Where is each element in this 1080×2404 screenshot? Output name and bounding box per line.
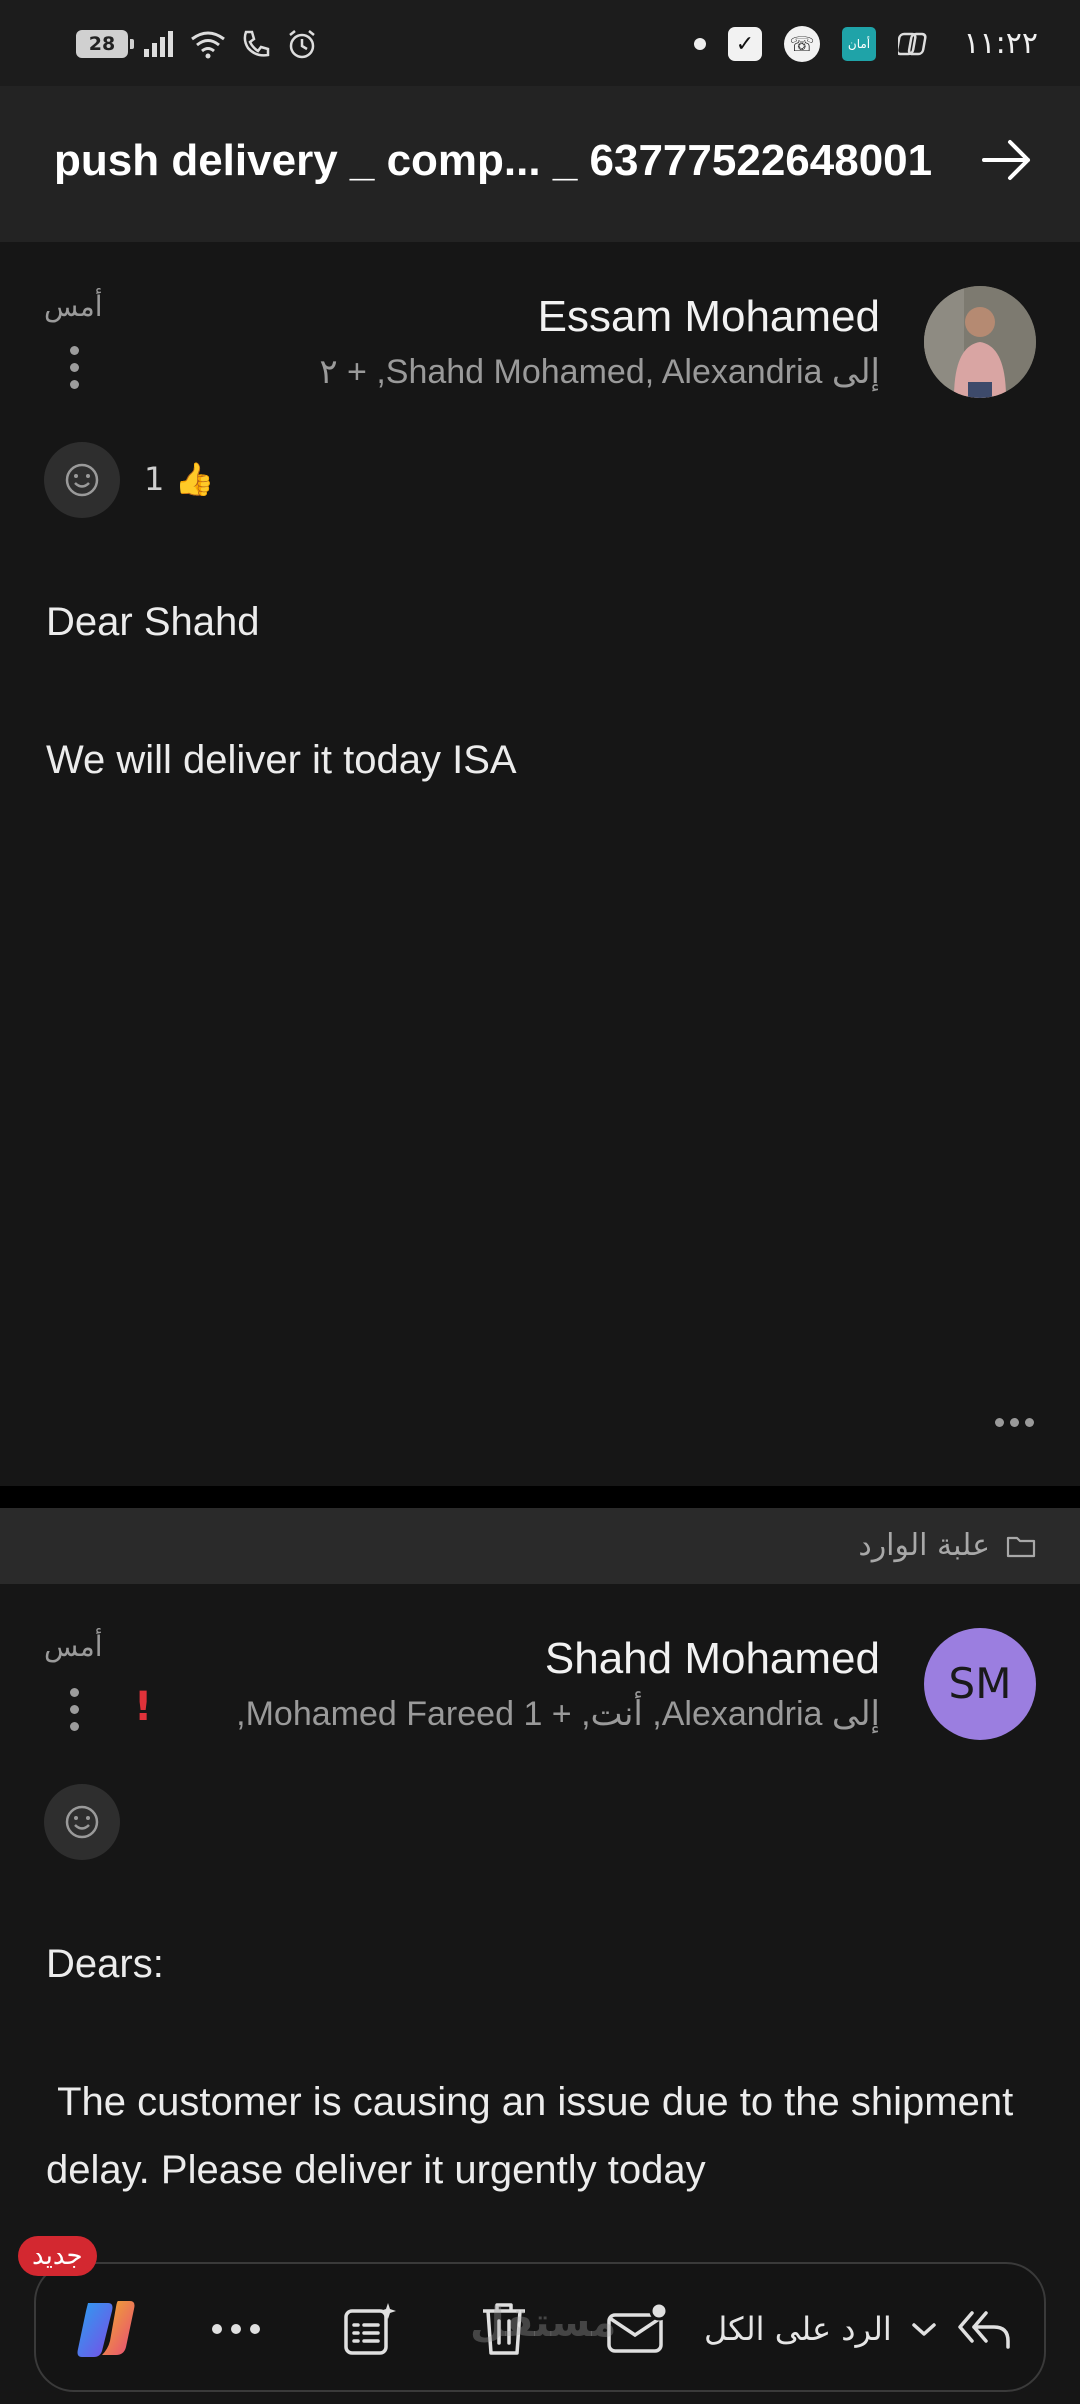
reply-all-label: الرد على الكل [704, 2310, 892, 2348]
wifi-icon [191, 31, 225, 59]
trash-icon [483, 2303, 525, 2355]
thumbs-up-icon: 👍 [174, 460, 215, 498]
smiley-icon [65, 463, 99, 497]
more-options-icon[interactable] [66, 1688, 82, 1736]
ellipsis-icon [212, 2324, 260, 2334]
message-body-line: Dear Shahd [46, 600, 260, 644]
call-icon [243, 30, 270, 57]
copilot-button[interactable] [66, 2264, 146, 2394]
reaction-summary[interactable]: 1 👍 [144, 460, 214, 498]
status-icons-right: ✓ ☏ أمان [694, 22, 930, 66]
reaction-count: 1 [144, 460, 165, 498]
signal-icon [144, 31, 173, 57]
sender-avatar[interactable]: SM [924, 1628, 1036, 1740]
sender-avatar[interactable] [924, 286, 1036, 398]
folder-icon [1006, 1536, 1036, 1558]
alarm-icon [289, 30, 315, 59]
more-actions-button[interactable] [196, 2264, 276, 2394]
message-action-toolbar: الرد على الكل [34, 2262, 1046, 2392]
message-body-line: We will deliver it today ISA [46, 738, 517, 782]
chat-app-icon: ☏ [784, 26, 820, 62]
recipients-line[interactable]: إلى Alexandria, أنت, + 1 Mohamed Fareed, [236, 1694, 880, 1734]
high-importance-icon: ! [134, 1684, 153, 1730]
mark-unread-button[interactable] [592, 2264, 682, 2394]
back-arrow-icon[interactable] [978, 132, 1034, 188]
avatar-photo-icon [924, 286, 1036, 398]
chevron-down-icon[interactable] [910, 2319, 938, 2339]
reply-all-button[interactable]: الرد على الكل [704, 2264, 1024, 2394]
checklist-app-icon: ✓ [728, 27, 762, 61]
smiley-icon [65, 1805, 99, 1839]
more-options-icon[interactable] [66, 346, 82, 394]
summarize-button[interactable] [330, 2264, 410, 2394]
add-reaction-button[interactable] [44, 442, 120, 518]
battery-indicator: 28 [76, 30, 134, 58]
copilot-icon [77, 2301, 135, 2357]
clock: ١١:٢٢ [963, 26, 1038, 61]
aman-app-icon: أمان [842, 27, 876, 61]
status-bar: 28 ✓ ☏ أمان ١١:٢٢ [0, 0, 1080, 86]
notification-dot-icon [694, 38, 706, 50]
copilot-status-icon [898, 32, 927, 56]
new-badge: جديد [18, 2236, 97, 2276]
message-date: أمس [44, 1630, 103, 1663]
sender-name: Essam Mohamed [537, 292, 880, 341]
message-body-line: Dears: [46, 1942, 164, 1986]
conversation-header: push delivery _ comp... _ 63777522648001 [0, 86, 1080, 242]
show-quoted-text-icon[interactable] [995, 1418, 1034, 1427]
message-separator [0, 1486, 1080, 1508]
delete-button[interactable] [464, 2264, 544, 2394]
status-icons-left [142, 22, 318, 66]
envelope-unread-icon [607, 2301, 669, 2353]
message-body-line: The customer is causing an issue due to … [46, 2080, 1025, 2192]
sender-name: Shahd Mohamed [544, 1634, 880, 1683]
folder-bar: علبة الوارد [0, 1508, 1080, 1584]
conversation-title: push delivery _ comp... _ 63777522648001 [54, 136, 933, 185]
recipients-line[interactable]: إلى Shahd Mohamed, Alexandria, + ٢ [319, 352, 880, 392]
message-card[interactable]: Essam Mohamed إلى Shahd Mohamed, Alexand… [0, 242, 1080, 1486]
reply-all-icon [958, 2311, 1010, 2349]
add-reaction-button[interactable] [44, 1784, 120, 1860]
message-date: أمس [44, 290, 103, 323]
folder-label: علبة الوارد [858, 1528, 990, 1563]
list-sparkle-icon [344, 2303, 396, 2355]
